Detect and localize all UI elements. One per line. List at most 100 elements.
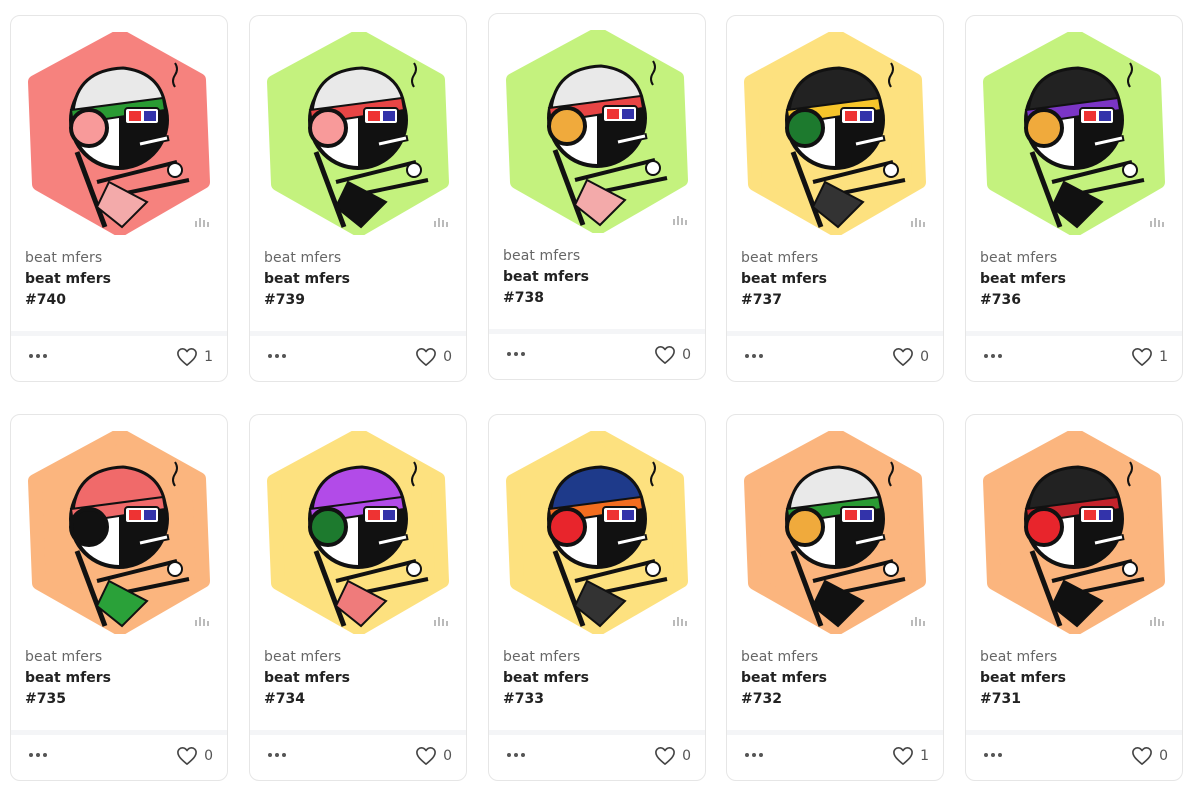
token-number: #731 [980,691,1021,707]
avatar-image [267,32,449,235]
nft-card[interactable]: beat mfers beat mfers #740 1 [10,15,228,382]
like-button[interactable]: 0 [415,347,452,367]
nft-thumbnail[interactable] [982,32,1168,235]
like-button[interactable]: 1 [176,347,213,367]
like-count: 0 [920,349,929,365]
nft-thumbnail[interactable] [505,30,691,233]
token-name: beat mfers [503,670,589,686]
more-options-button[interactable] [29,346,50,362]
nft-thumbnail[interactable] [505,431,691,634]
token-name: beat mfers [980,670,1066,686]
avatar-image [506,431,688,634]
collection-name[interactable]: beat mfers [741,250,818,266]
more-options-button[interactable] [745,745,766,761]
like-count: 0 [204,748,213,764]
heart-outline-icon [654,345,676,365]
card-footer: 1 [11,331,227,381]
heart-outline-icon [1131,347,1153,367]
token-number: #735 [25,691,66,707]
token-name: beat mfers [741,271,827,287]
like-button[interactable]: 0 [892,347,929,367]
more-horizontal-icon [745,346,766,362]
nft-card[interactable]: beat mfers beat mfers #736 1 [965,15,1183,382]
token-name: beat mfers [980,271,1066,287]
like-button[interactable]: 0 [415,746,452,766]
avatar-image [983,431,1165,634]
avatar-image [744,431,926,634]
heart-outline-icon [654,746,676,766]
token-number: #732 [741,691,782,707]
more-options-button[interactable] [507,344,528,360]
avatar-image [983,32,1165,235]
more-horizontal-icon [268,346,289,362]
more-options-button[interactable] [984,745,1005,761]
nft-thumbnail[interactable] [266,32,452,235]
nft-thumbnail[interactable] [266,431,452,634]
heart-outline-icon [892,746,914,766]
collection-name[interactable]: beat mfers [264,649,341,665]
nft-thumbnail[interactable] [982,431,1168,634]
heart-outline-icon [176,746,198,766]
card-footer: 0 [727,331,943,381]
heart-outline-icon [176,347,198,367]
nft-card[interactable]: beat mfers beat mfers #731 0 [965,414,1183,781]
like-button[interactable]: 0 [1131,746,1168,766]
more-horizontal-icon [984,346,1005,362]
token-name: beat mfers [741,670,827,686]
card-footer: 0 [966,730,1182,780]
nft-thumbnail[interactable] [27,32,213,235]
collection-name[interactable]: beat mfers [25,250,102,266]
like-count: 0 [443,349,452,365]
nft-thumbnail[interactable] [27,431,213,634]
nft-thumbnail[interactable] [743,32,929,235]
nft-grid: beat mfers beat mfers #740 1 beat mfers … [0,0,1200,800]
token-name: beat mfers [264,271,350,287]
token-name: beat mfers [25,271,111,287]
like-button[interactable]: 0 [654,345,691,365]
nft-card[interactable]: beat mfers beat mfers #739 0 [249,15,467,382]
more-options-button[interactable] [745,346,766,362]
collection-name[interactable]: beat mfers [980,250,1057,266]
card-footer: 1 [966,331,1182,381]
more-horizontal-icon [984,745,1005,761]
card-footer: 0 [250,331,466,381]
collection-name[interactable]: beat mfers [741,649,818,665]
nft-card[interactable]: beat mfers beat mfers #738 0 [488,13,706,380]
more-options-button[interactable] [268,346,289,362]
nft-card[interactable]: beat mfers beat mfers #733 0 [488,414,706,781]
nft-card[interactable]: beat mfers beat mfers #735 0 [10,414,228,781]
more-options-button[interactable] [507,745,528,761]
more-horizontal-icon [745,745,766,761]
collection-name[interactable]: beat mfers [25,649,102,665]
more-options-button[interactable] [984,346,1005,362]
avatar-image [28,32,210,235]
like-button[interactable]: 0 [176,746,213,766]
like-count: 1 [1159,349,1168,365]
more-options-button[interactable] [29,745,50,761]
card-footer: 0 [11,730,227,780]
nft-card[interactable]: beat mfers beat mfers #737 0 [726,15,944,382]
nft-card[interactable]: beat mfers beat mfers #732 1 [726,414,944,781]
collection-name[interactable]: beat mfers [980,649,1057,665]
collection-name[interactable]: beat mfers [264,250,341,266]
token-number: #736 [980,292,1021,308]
avatar-image [267,431,449,634]
card-footer: 0 [250,730,466,780]
more-horizontal-icon [507,344,528,360]
like-count: 0 [682,347,691,363]
collection-name[interactable]: beat mfers [503,248,580,264]
heart-outline-icon [1131,746,1153,766]
like-count: 0 [443,748,452,764]
nft-card[interactable]: beat mfers beat mfers #734 0 [249,414,467,781]
token-name: beat mfers [25,670,111,686]
like-count: 1 [204,349,213,365]
like-button[interactable]: 0 [654,746,691,766]
like-button[interactable]: 1 [892,746,929,766]
more-options-button[interactable] [268,745,289,761]
like-button[interactable]: 1 [1131,347,1168,367]
token-number: #734 [264,691,305,707]
nft-thumbnail[interactable] [743,431,929,634]
collection-name[interactable]: beat mfers [503,649,580,665]
avatar-image [28,431,210,634]
more-horizontal-icon [29,346,50,362]
